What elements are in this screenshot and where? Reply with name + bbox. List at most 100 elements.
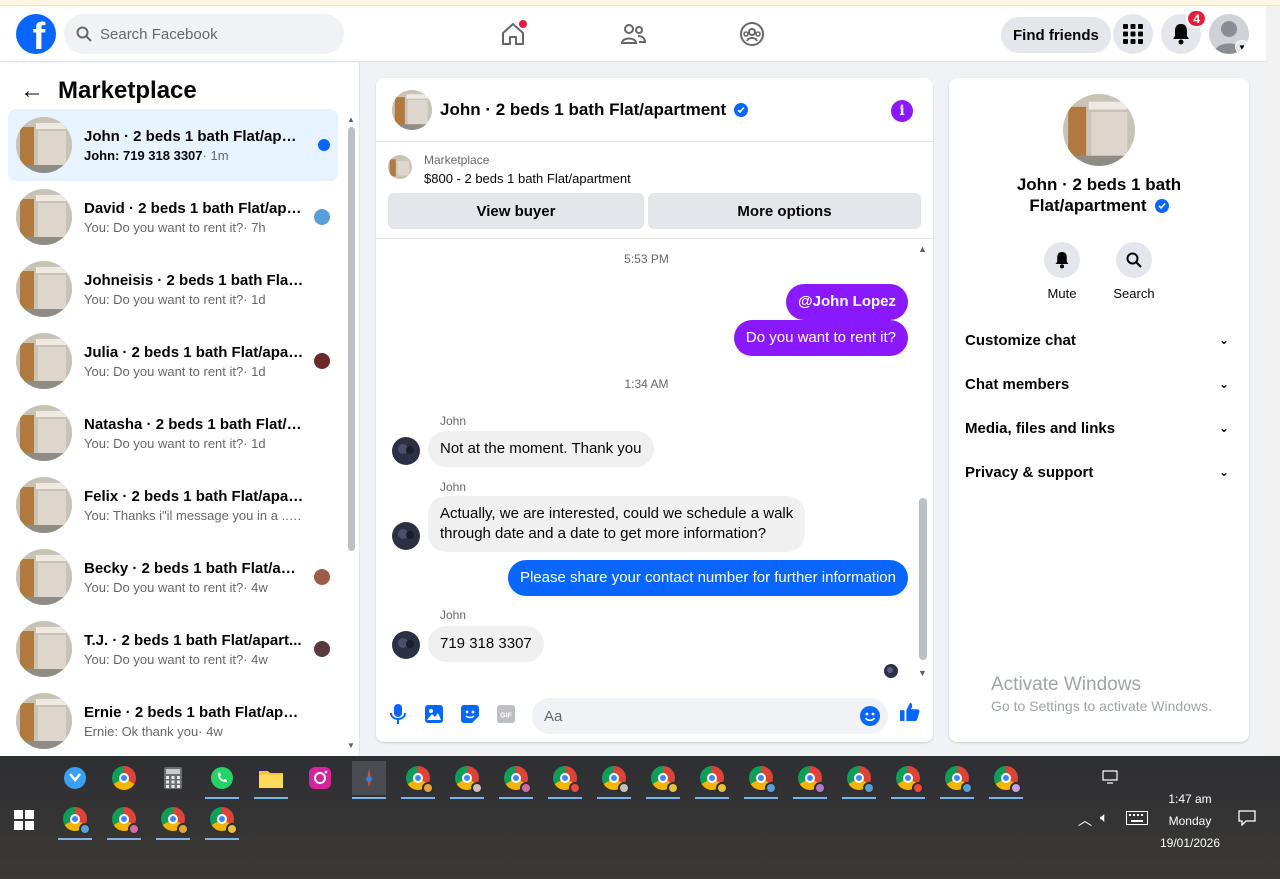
back-arrow-icon[interactable]: ←	[20, 77, 44, 105]
thumbs-up-icon[interactable]	[900, 702, 920, 722]
whatsapp-icon[interactable]	[205, 761, 239, 799]
chat-scroll-thumb[interactable]	[919, 498, 927, 660]
outgoing-message[interactable]: @John Lopez	[786, 284, 908, 320]
listing-thumbnail[interactable]	[392, 89, 432, 130]
chrome-profile-icon[interactable]	[58, 802, 92, 840]
facebook-logo-icon[interactable]: f	[16, 14, 56, 54]
conversation-item[interactable]: Natasha · 2 beds 1 bath Flat/apa... You: …	[8, 397, 338, 469]
file-explorer-icon[interactable]	[254, 761, 288, 799]
speaker-icon[interactable]: 🔈︎	[1100, 809, 1108, 826]
listing-price[interactable]: $800 - 2 beds 1 bath Flat/apartment	[424, 171, 631, 186]
sticker-icon[interactable]	[460, 704, 480, 724]
chrome-profile-icon[interactable]	[156, 802, 190, 840]
active-underline	[744, 797, 778, 799]
search-in-chat-button[interactable]: Search	[1104, 242, 1164, 301]
chrome-profile-icon[interactable]	[793, 761, 827, 799]
chat-members-row[interactable]: Chat members ⌄	[965, 364, 1233, 404]
search-input[interactable]	[100, 25, 330, 43]
gif-icon[interactable]: GIF	[496, 704, 516, 724]
message-input-box[interactable]	[532, 698, 888, 734]
privacy-support-row[interactable]: Privacy & support ⌄	[965, 452, 1233, 492]
sidebar-scroll-thumb[interactable]	[348, 127, 355, 551]
conversation-title: Becky · 2 beds 1 bath Flat/apa...	[84, 559, 304, 577]
sidebar-scrollbar[interactable]: ▲ ▼	[346, 115, 356, 751]
sender-avatar[interactable]	[392, 522, 420, 550]
chrome-profile-icon[interactable]	[205, 802, 239, 840]
listing-profile-thumbnail[interactable]	[1063, 94, 1135, 166]
view-buyer-button[interactable]: View buyer	[388, 193, 644, 229]
notification-center-icon[interactable]	[1238, 810, 1256, 829]
incoming-message[interactable]: Actually, we are interested, could we sc…	[428, 496, 806, 552]
active-underline	[156, 838, 190, 840]
scroll-down-arrow-icon[interactable]: ▼	[918, 668, 927, 678]
watermark-title: Activate Windows	[991, 674, 1141, 695]
chrome-profile-icon[interactable]	[499, 761, 533, 799]
keyboard-icon[interactable]	[1126, 811, 1148, 828]
chrome-profile-icon[interactable]	[646, 761, 680, 799]
scroll-up-arrow-icon[interactable]: ▲	[346, 115, 356, 124]
chrome-profile-icon[interactable]	[744, 761, 778, 799]
network-icon[interactable]	[1102, 770, 1118, 787]
calculator-icon[interactable]	[156, 761, 190, 795]
incoming-message[interactable]: 719 318 3307	[428, 626, 544, 662]
system-clock[interactable]: 1:47 am Monday 19/01/2026	[1150, 788, 1230, 854]
instagram-icon[interactable]	[303, 761, 337, 795]
listing-card: Marketplace $800 - 2 beds 1 bath Flat/ap…	[376, 143, 933, 239]
menu-grid-icon[interactable]	[1113, 14, 1153, 54]
conversation-item[interactable]: Felix · 2 beds 1 bath Flat/apartm... You:…	[8, 469, 338, 541]
sender-avatar[interactable]	[392, 631, 420, 659]
media-files-links-row[interactable]: Media, files and links ⌄	[965, 408, 1233, 448]
groups-icon[interactable]	[736, 18, 768, 50]
mute-button[interactable]: Mute	[1032, 242, 1092, 301]
home-icon[interactable]	[497, 18, 529, 50]
conversation-list: John · 2 beds 1 bath Flat/apart... John: …	[8, 109, 338, 757]
conversation-item[interactable]: Julia · 2 beds 1 bath Flat/apart... You: …	[8, 325, 338, 397]
customize-chat-row[interactable]: Customize chat ⌄	[965, 320, 1233, 360]
seen-indicator-avatar	[884, 664, 898, 678]
friends-icon[interactable]	[617, 18, 649, 50]
chrome-profile-icon[interactable]	[548, 761, 582, 799]
conversation-title: T.J. · 2 beds 1 bath Flat/apart...	[84, 631, 302, 649]
windows-start-icon[interactable]	[14, 810, 34, 830]
incoming-message[interactable]: Not at the moment. Thank you	[428, 431, 654, 467]
chrome-profile-icon[interactable]	[842, 761, 876, 799]
chrome-icon[interactable]	[107, 761, 141, 795]
chrome-profile-icon[interactable]	[940, 761, 974, 799]
conversation-item[interactable]: Becky · 2 beds 1 bath Flat/apa... You: Do…	[8, 541, 338, 613]
chrome-profile-icon[interactable]	[597, 761, 631, 799]
conversation-item[interactable]: John · 2 beds 1 bath Flat/apart... John: …	[8, 109, 338, 181]
chevron-up-icon[interactable]: ︿	[1078, 810, 1092, 830]
window-scrollbar[interactable]	[1266, 6, 1280, 756]
conversation-item[interactable]: David · 2 beds 1 bath Flat/apa... You: Do…	[8, 181, 338, 253]
chat-title[interactable]: John · 2 beds 1 bath Flat/apartment	[440, 100, 726, 120]
chrome-profile-icon[interactable]	[450, 761, 484, 799]
snipping-tool-icon[interactable]	[58, 761, 92, 795]
message-input[interactable]	[544, 707, 844, 725]
chat-details-panel: John · 2 beds 1 bath Flat/apartment Mute…	[949, 78, 1249, 742]
emoji-icon[interactable]	[860, 706, 880, 731]
active-underline	[254, 797, 288, 799]
info-icon[interactable]: i	[891, 100, 913, 122]
taskbar-app-icon[interactable]	[352, 761, 386, 799]
chrome-profile-icon[interactable]	[401, 761, 435, 799]
chat-scrollbar[interactable]: ▲ ▼	[917, 244, 929, 678]
chrome-profile-icon[interactable]	[989, 761, 1023, 799]
more-options-button[interactable]: More options	[648, 193, 921, 229]
search-box[interactable]	[64, 14, 344, 54]
conversation-item[interactable]: T.J. · 2 beds 1 bath Flat/apart... You: D…	[8, 613, 338, 685]
notifications-bell-icon[interactable]: 4	[1161, 9, 1207, 54]
microphone-icon[interactable]	[388, 704, 408, 724]
account-avatar[interactable]: ▼	[1209, 14, 1249, 54]
photo-icon[interactable]	[424, 704, 444, 724]
scroll-down-arrow-icon[interactable]: ▼	[346, 741, 356, 750]
chrome-profile-icon[interactable]	[891, 761, 925, 799]
find-friends-button[interactable]: Find friends	[1001, 17, 1111, 53]
conversation-item[interactable]: Johneisis · 2 beds 1 bath Flat/ap... You:…	[8, 253, 338, 325]
conversation-item[interactable]: Ernie · 2 beds 1 bath Flat/apartm... Erni…	[8, 685, 338, 757]
outgoing-message[interactable]: Please share your contact number for fur…	[507, 560, 908, 596]
scroll-up-arrow-icon[interactable]: ▲	[918, 244, 927, 254]
sender-avatar[interactable]	[392, 437, 420, 465]
chrome-profile-icon[interactable]	[107, 802, 141, 840]
chrome-profile-icon[interactable]	[695, 761, 729, 799]
outgoing-message[interactable]: Do you want to rent it?	[733, 320, 908, 356]
